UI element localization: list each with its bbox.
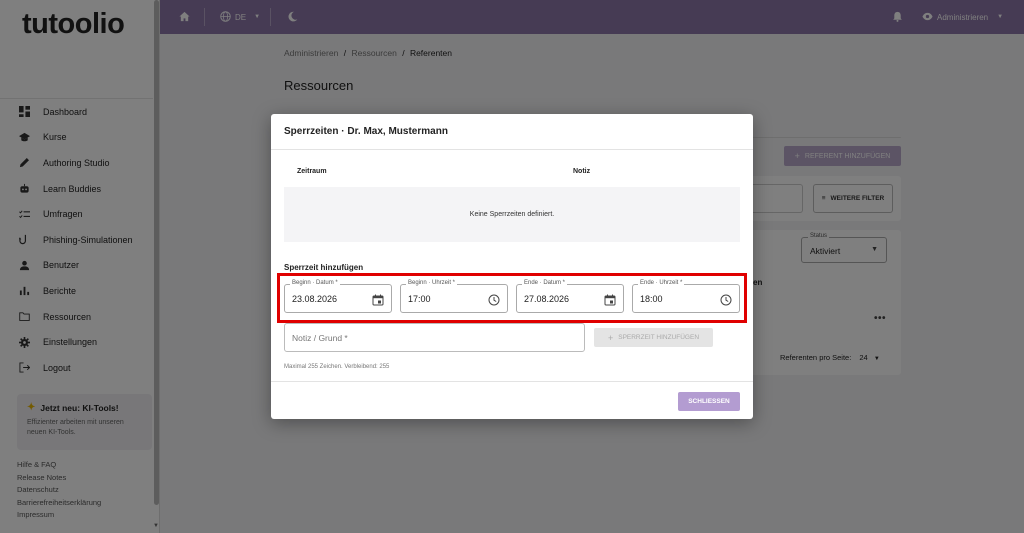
close-button[interactable]: SCHLIESSEN (678, 392, 740, 411)
dialog-divider (271, 381, 753, 382)
dialog-title: Sperrzeiten · Dr. Max, Mustermann (284, 126, 448, 137)
section-title: Sperrzeit hinzufügen (284, 263, 364, 272)
note-input[interactable]: Notiz / Grund * (284, 323, 585, 352)
add-blocked-time-label: SPERRZEIT HINZUFÜGEN (618, 334, 700, 341)
note-placeholder: Notiz / Grund * (292, 333, 348, 343)
character-count-hint: Maximal 255 Zeichen. Verbleibend: 255 (284, 364, 390, 370)
column-header-period: Zeitraum (297, 168, 327, 175)
blocked-times-dialog: Sperrzeiten · Dr. Max, Mustermann Zeitra… (271, 114, 753, 419)
dialog-divider (271, 149, 753, 150)
highlight-box (277, 273, 747, 323)
column-header-note: Notiz (573, 168, 591, 175)
add-blocked-time-button[interactable]: + SPERRZEIT HINZUFÜGEN (594, 328, 713, 347)
empty-state: Keine Sperrzeiten definiert. (284, 187, 740, 242)
plus-icon: + (607, 332, 614, 343)
